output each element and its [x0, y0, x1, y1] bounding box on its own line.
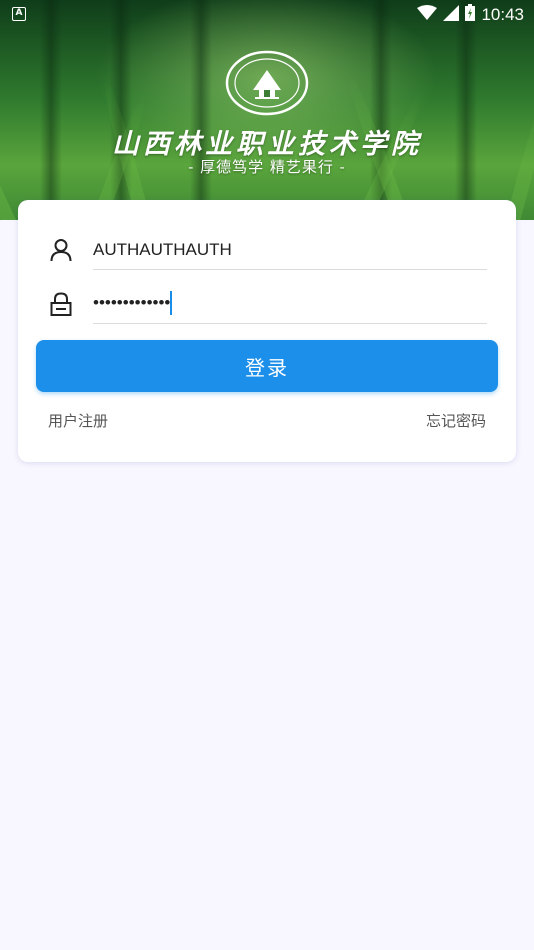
forgot-password-link[interactable]: 忘记密码: [426, 410, 486, 431]
a-notification-icon: A: [12, 7, 26, 21]
college-motto: - 厚德笃学 精艺果行 -: [188, 158, 346, 176]
login-card: ••••••••••••• 登录 用户注册 忘记密码: [18, 200, 516, 462]
text-caret: [170, 291, 172, 315]
password-row: •••••••••••••: [44, 284, 487, 324]
username-input[interactable]: [93, 230, 487, 270]
status-bar: A 10:43: [0, 0, 534, 28]
battery-icon: [465, 4, 476, 25]
lock-icon: [50, 292, 72, 316]
register-link[interactable]: 用户注册: [48, 410, 108, 431]
username-row: [44, 230, 487, 270]
college-logo: [225, 50, 309, 116]
password-input[interactable]: •••••••••••••: [93, 284, 487, 324]
signal-icon: [443, 4, 460, 25]
status-time: 10:43: [481, 4, 524, 24]
wifi-icon: [417, 4, 438, 25]
login-button[interactable]: 登录: [36, 340, 498, 392]
user-icon: [50, 238, 72, 262]
password-masked-value: •••••••••••••: [93, 293, 171, 312]
